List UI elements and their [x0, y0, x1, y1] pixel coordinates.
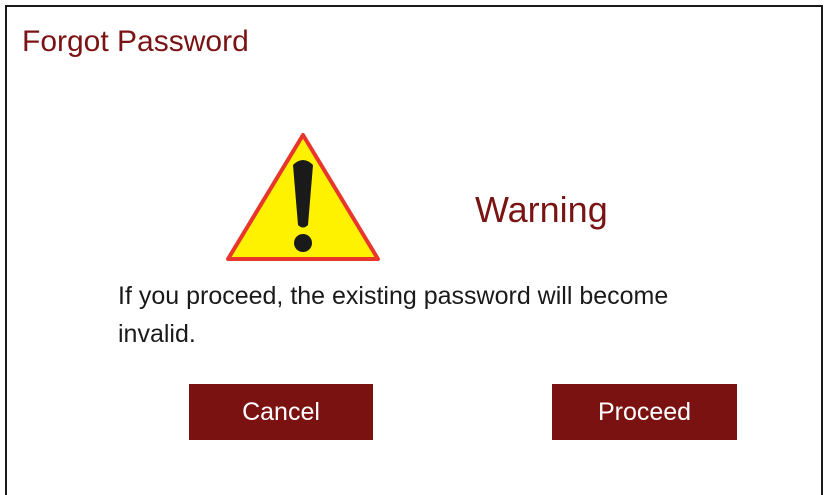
warning-triangle-icon	[226, 133, 380, 261]
warning-heading: Warning	[475, 189, 608, 230]
dialog-title: Forgot Password	[22, 25, 249, 58]
forgot-password-dialog: Forgot Password Warning If you proceed, …	[5, 5, 823, 495]
proceed-button[interactable]: Proceed	[552, 384, 737, 440]
warning-message: If you proceed, the existing password wi…	[118, 282, 669, 348]
cancel-button[interactable]: Cancel	[189, 384, 373, 440]
